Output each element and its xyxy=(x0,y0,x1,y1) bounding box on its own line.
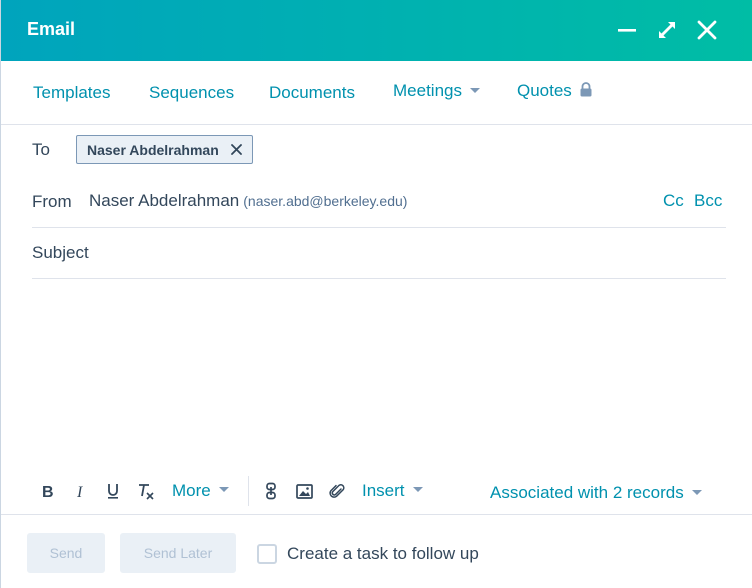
window-title: Email xyxy=(27,19,76,39)
underline-icon xyxy=(108,484,118,499)
more-label: More xyxy=(172,481,211,500)
clear-formatting-button[interactable] xyxy=(135,478,157,504)
insert-label: Insert xyxy=(362,481,405,500)
underline-button[interactable] xyxy=(102,478,124,504)
tab-quotes-label: Quotes xyxy=(517,81,572,100)
tab-meetings-label: Meetings xyxy=(393,81,462,100)
chevron-down-icon xyxy=(469,87,480,93)
subject-label: Subject xyxy=(32,243,89,262)
send-later-button[interactable]: Send Later xyxy=(120,533,236,573)
associated-records-dropdown[interactable]: Associated with 2 records xyxy=(490,483,702,503)
insert-link-button[interactable] xyxy=(260,478,282,504)
from-email: (naser.abd@berkeley.edu) xyxy=(243,193,408,209)
tab-sequences[interactable]: Sequences xyxy=(149,83,234,103)
bold-button[interactable]: B xyxy=(37,478,59,504)
from-label: From xyxy=(32,192,72,211)
italic-button[interactable]: I xyxy=(70,478,92,504)
chevron-down-icon xyxy=(218,487,229,492)
bold-icon: B xyxy=(42,484,54,499)
image-icon xyxy=(295,483,313,499)
tab-quotes[interactable]: Quotes xyxy=(517,81,593,101)
lock-icon xyxy=(580,82,592,97)
svg-text:B: B xyxy=(42,484,54,499)
link-icon xyxy=(266,482,276,500)
follow-up-task-checkbox[interactable] xyxy=(257,544,277,564)
recipient-name: Naser Abdelrahman xyxy=(87,141,219,158)
close-icon xyxy=(697,20,717,40)
chevron-down-icon xyxy=(412,487,423,492)
svg-text:I: I xyxy=(76,484,83,499)
tool-tabs: Templates Sequences Documents Meetings Q… xyxy=(1,61,752,125)
minimize-icon xyxy=(618,29,636,32)
to-label: To xyxy=(32,140,50,159)
minimize-button[interactable] xyxy=(613,16,641,44)
toolbar-divider xyxy=(248,476,249,506)
send-button[interactable]: Send xyxy=(27,533,105,573)
cc-button[interactable]: Cc xyxy=(663,191,684,211)
tab-templates[interactable]: Templates xyxy=(33,83,110,103)
bcc-button[interactable]: Bcc xyxy=(694,191,722,211)
compose-header: Email xyxy=(1,0,752,61)
divider xyxy=(32,278,726,279)
expand-icon xyxy=(659,22,675,38)
tab-meetings[interactable]: Meetings xyxy=(393,81,480,101)
close-button[interactable] xyxy=(693,16,721,44)
more-dropdown[interactable]: More xyxy=(172,478,229,504)
tab-documents[interactable]: Documents xyxy=(269,83,355,103)
follow-up-task-label: Create a task to follow up xyxy=(287,544,479,563)
insert-image-button[interactable] xyxy=(293,478,315,504)
subject-input[interactable] xyxy=(111,238,721,268)
close-icon xyxy=(230,144,242,155)
from-sender[interactable]: Naser Abdelrahman (naser.abd@berkeley.edu… xyxy=(89,191,407,211)
divider xyxy=(32,227,726,228)
paperclip-icon xyxy=(329,484,345,498)
chevron-down-icon xyxy=(691,489,702,495)
italic-icon: I xyxy=(76,484,83,499)
attach-file-button[interactable] xyxy=(326,478,348,504)
compose-footer: Send Send Later Create a task to follow … xyxy=(1,514,752,588)
clear-formatting-icon xyxy=(139,484,154,500)
recipient-chip[interactable]: Naser Abdelrahman xyxy=(76,135,253,164)
remove-recipient-button[interactable] xyxy=(230,144,242,155)
from-name: Naser Abdelrahman xyxy=(89,191,240,210)
insert-dropdown[interactable]: Insert xyxy=(362,478,423,504)
associated-records-label: Associated with 2 records xyxy=(490,483,684,502)
email-compose-window: Email Templates Sequences Documents Meet… xyxy=(0,0,752,588)
expand-button[interactable] xyxy=(653,16,681,44)
email-body-editor[interactable] xyxy=(32,284,726,464)
